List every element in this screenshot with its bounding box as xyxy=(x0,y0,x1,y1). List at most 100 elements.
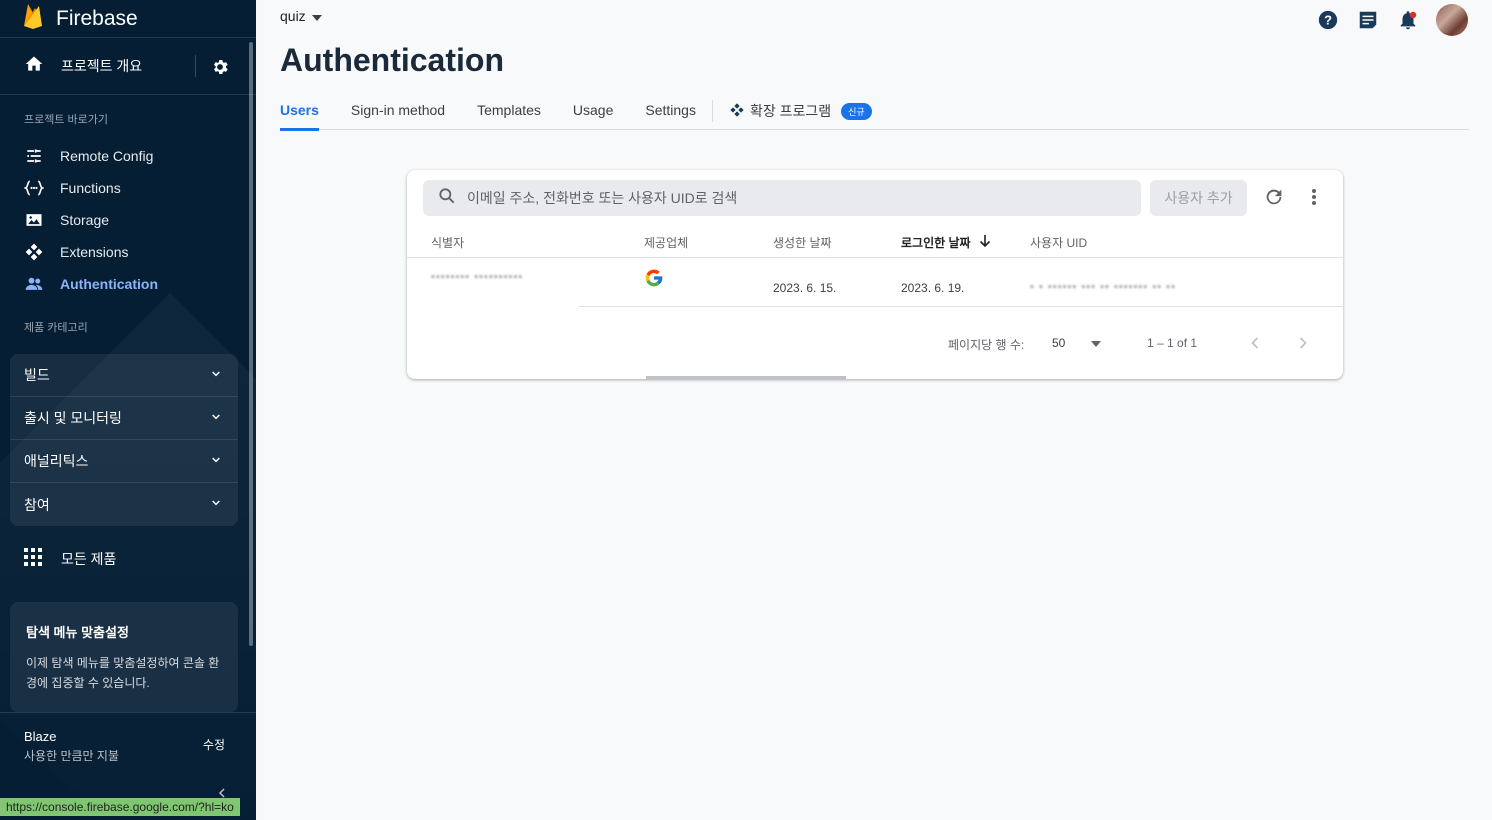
plan-subtitle: 사용한 만큼만 지불 xyxy=(24,749,119,763)
category-build[interactable]: 빌드 xyxy=(10,354,238,397)
chevron-down-icon xyxy=(208,366,224,385)
tab-templates[interactable]: Templates xyxy=(477,92,541,130)
firebase-logo-icon xyxy=(22,2,44,35)
pagination-range: 1 – 1 of 1 xyxy=(1147,336,1198,350)
tab-usage[interactable]: Usage xyxy=(573,92,613,130)
authentication-icon xyxy=(24,274,44,294)
search-input[interactable] xyxy=(467,190,1107,206)
chevron-down-icon xyxy=(208,409,224,428)
chevron-down-icon xyxy=(208,495,224,514)
apps-grid-icon xyxy=(24,548,42,569)
sidebar-item-authentication[interactable]: Authentication xyxy=(0,268,256,300)
category-label: 애널리틱스 xyxy=(24,453,89,469)
rows-per-page-label: 페이지당 행 수: xyxy=(948,338,1025,352)
user-avatar[interactable] xyxy=(1436,4,1468,36)
remote-config-icon xyxy=(24,146,44,166)
header-actions: ? xyxy=(1316,4,1468,36)
categories-list: 빌드 출시 및 모니터링 애널리틱스 참여 xyxy=(10,354,238,526)
column-provider[interactable]: 제공업체 xyxy=(644,234,688,251)
sidebar-item-extensions[interactable]: Extensions xyxy=(0,236,256,268)
brand[interactable]: Firebase xyxy=(0,0,256,38)
google-provider-icon xyxy=(644,268,664,291)
sidebar-item-storage[interactable]: Storage xyxy=(0,204,256,236)
caret-down-icon xyxy=(1091,336,1102,350)
sidebar-item-label: Storage xyxy=(60,212,110,228)
table-header: 식별자 제공업체 생성한 날짜 로그인한 날짜 사용자 UID xyxy=(407,228,1343,258)
sidebar-item-label: Extensions xyxy=(60,244,129,260)
table-pagination: 페이지당 행 수: 50 1 – 1 of 1 xyxy=(407,330,1343,356)
signed-in-date: 2023. 6. 19. xyxy=(901,281,965,295)
column-created[interactable]: 생성한 날짜 xyxy=(773,234,832,251)
chevron-left-icon[interactable] xyxy=(1245,333,1265,356)
column-uid[interactable]: 사용자 UID xyxy=(1030,234,1087,251)
tab-extensions[interactable]: 확장 프로그램 신규 xyxy=(729,92,872,130)
feedback-icon[interactable] xyxy=(1356,8,1380,32)
customize-card-description: 이제 탐색 메뉴를 맞춤설정하여 콘솔 환경에 집중할 수 있습니다. xyxy=(26,656,220,690)
add-user-button[interactable]: 사용자 추가 xyxy=(1150,180,1247,216)
rows-per-page-select[interactable]: 50 xyxy=(1052,336,1102,350)
caret-down-icon xyxy=(311,8,322,24)
sidebar-item-label: Functions xyxy=(60,180,121,196)
project-overview[interactable]: 프로젝트 개요 xyxy=(0,38,256,95)
project-name: quiz xyxy=(280,8,306,24)
sidebar-scrollbar[interactable] xyxy=(249,42,253,646)
tab-extensions-label: 확장 프로그램 xyxy=(749,103,832,119)
overview-divider xyxy=(195,55,196,77)
tabs-divider xyxy=(711,100,713,122)
new-badge: 신규 xyxy=(841,102,872,120)
shortcuts-title: 프로젝트 바로가기 xyxy=(24,114,109,126)
category-label: 출시 및 모니터링 xyxy=(24,410,122,426)
gear-icon[interactable] xyxy=(210,57,230,82)
extensions-icon xyxy=(729,102,745,121)
overview-label: 프로젝트 개요 xyxy=(61,58,143,74)
category-label: 참여 xyxy=(24,496,50,513)
svg-text:?: ? xyxy=(1324,13,1332,28)
billing-plan: Blaze 사용한 만큼만 지불 수정 xyxy=(0,712,256,772)
horizontal-scrollbar[interactable] xyxy=(646,376,846,379)
extensions-icon xyxy=(24,242,44,262)
shortcuts-list: Remote Config Functions Storage Extensio… xyxy=(0,140,256,300)
created-date: 2023. 6. 15. xyxy=(773,281,837,295)
auth-tabs: Users Sign-in method Templates Usage Set… xyxy=(280,92,1469,131)
sidebar: Firebase 프로젝트 개요 프로젝트 바로가기 Remote Config… xyxy=(0,0,256,820)
customize-nav-card[interactable]: 탐색 메뉴 맞춤설정 이제 탐색 메뉴를 맞춤설정하여 콘솔 환경에 집중할 수… xyxy=(10,602,238,712)
storage-icon xyxy=(24,210,44,230)
category-label: 빌드 xyxy=(24,367,50,383)
project-selector[interactable]: quiz xyxy=(280,8,322,24)
user-search[interactable] xyxy=(423,180,1141,216)
sidebar-item-remote-config[interactable]: Remote Config xyxy=(0,140,256,172)
plan-edit-button[interactable]: 수정 xyxy=(203,736,225,753)
column-label: 로그인한 날짜 xyxy=(901,236,971,250)
help-icon[interactable]: ? xyxy=(1316,8,1340,32)
more-vert-icon[interactable] xyxy=(1304,186,1324,213)
refresh-icon[interactable] xyxy=(1263,186,1285,213)
table-row[interactable]: 2023. 6. 15. 2023. 6. 19. ▪ ▪ ▪▪▪▪▪▪ ▪▪▪… xyxy=(579,258,1343,307)
tab-sign-in-method[interactable]: Sign-in method xyxy=(351,92,445,130)
all-products-link[interactable]: 모든 제품 xyxy=(24,548,116,569)
user-identifier[interactable]: ▪▪▪▪▪▪▪▪ ▪▪▪▪▪▪▪▪▪▪ xyxy=(431,271,523,283)
tab-settings[interactable]: Settings xyxy=(645,92,696,130)
column-identifier[interactable]: 식별자 xyxy=(431,234,464,251)
tab-users[interactable]: Users xyxy=(280,92,319,131)
chevron-right-icon[interactable] xyxy=(1293,333,1313,356)
sidebar-item-label: Remote Config xyxy=(60,148,154,164)
customize-card-title: 탐색 메뉴 맞춤설정 xyxy=(26,625,129,640)
user-uid: ▪ ▪ ▪▪▪▪▪▪ ▪▪▪ ▪▪ ▪▪▪▪▪▪▪ ▪▪ ▪▪ xyxy=(1030,281,1176,293)
status-bar-url: https://console.firebase.google.com/?hl=… xyxy=(0,798,240,816)
arrow-down-icon xyxy=(979,234,991,251)
rows-per-page-value: 50 xyxy=(1052,336,1066,350)
notifications-icon[interactable] xyxy=(1396,8,1420,32)
home-icon xyxy=(24,54,44,79)
chevron-down-icon xyxy=(208,452,224,471)
search-icon xyxy=(437,186,457,211)
category-analytics[interactable]: 애널리틱스 xyxy=(10,440,238,483)
category-release-monitor[interactable]: 출시 및 모니터링 xyxy=(10,397,238,440)
column-signed-in[interactable]: 로그인한 날짜 xyxy=(901,234,991,251)
all-products-label: 모든 제품 xyxy=(61,550,117,567)
sidebar-item-functions[interactable]: Functions xyxy=(0,172,256,204)
category-engage[interactable]: 참여 xyxy=(10,483,238,526)
brand-name: Firebase xyxy=(56,6,138,30)
page-title: Authentication xyxy=(280,42,504,78)
plan-name: Blaze xyxy=(24,729,57,744)
categories-title: 제품 카테고리 xyxy=(24,322,88,334)
